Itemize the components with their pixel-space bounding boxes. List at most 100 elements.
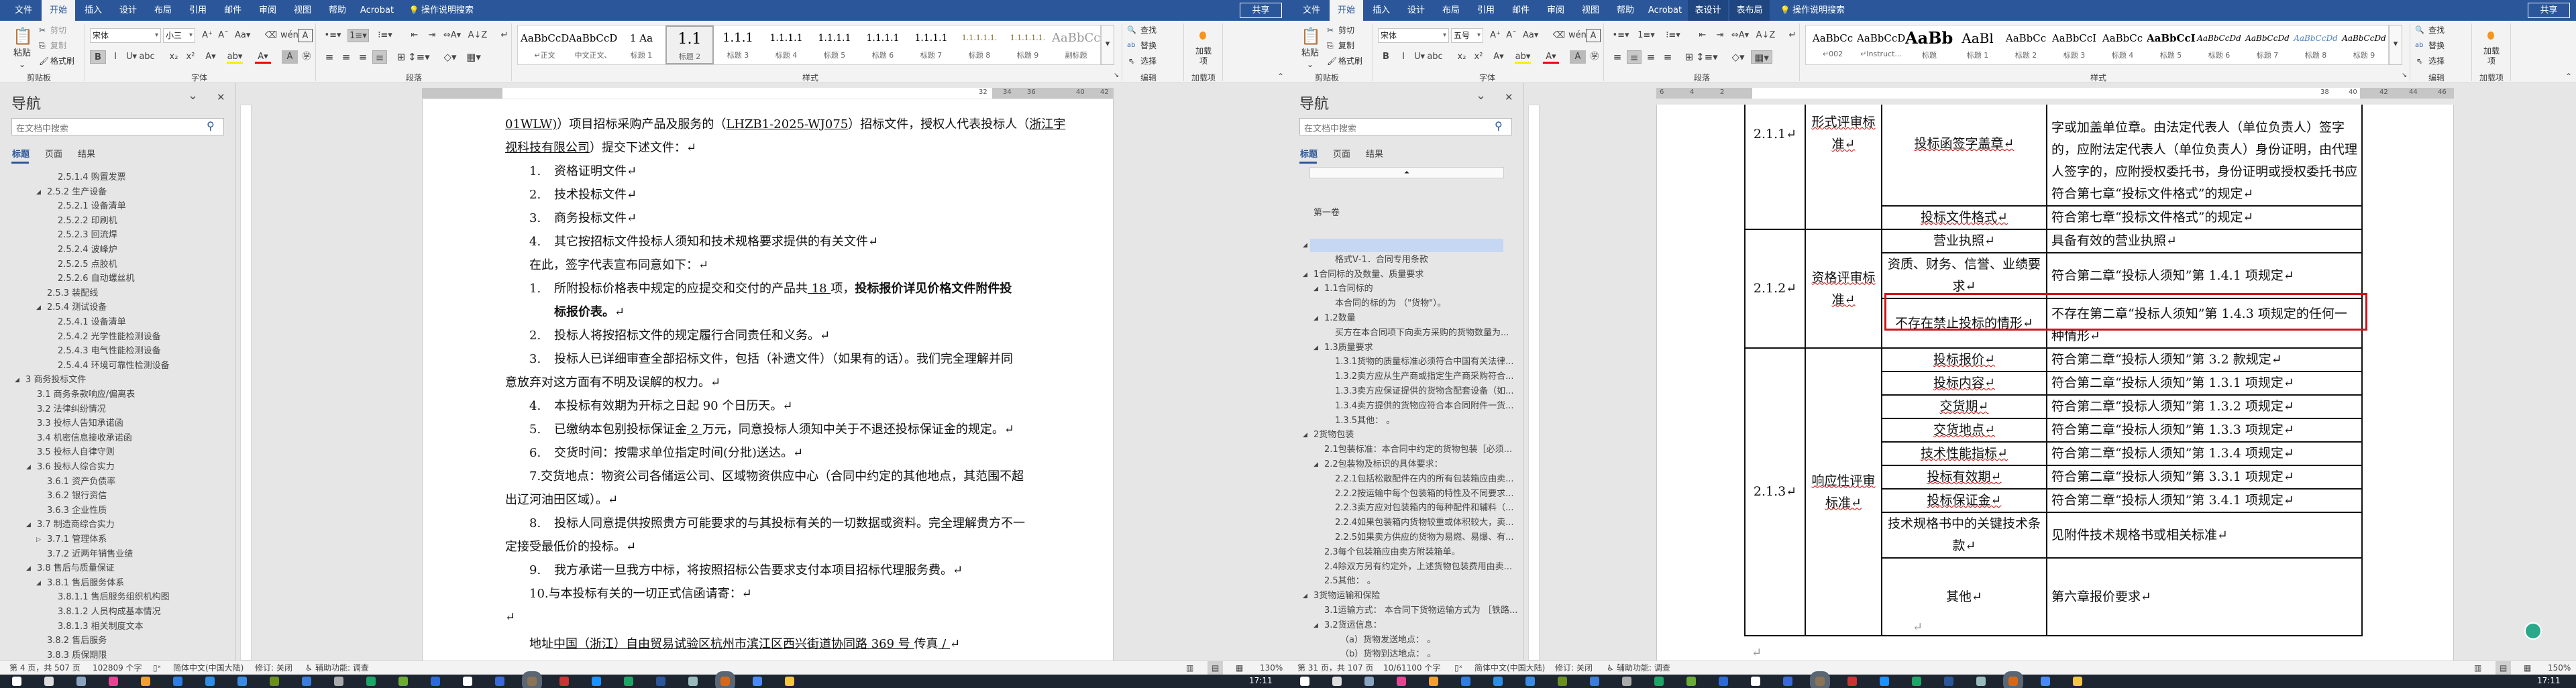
shrink-font-icon[interactable]: Aˉ: [216, 29, 231, 42]
vertical-scrollbar[interactable]: [2563, 101, 2573, 661]
numbering-icon[interactable]: 1≡▾: [1635, 29, 1657, 42]
nav-heading-item[interactable]: 1.3.1货物的质量标准必须符合中国有关法律...: [1335, 356, 1513, 368]
font-color-icon[interactable]: A▾: [1543, 50, 1559, 64]
nav-heading-item[interactable]: 2.4除双方另有约定外，上述货物包装费用由卖...: [1324, 561, 1512, 573]
font-name-combo[interactable]: 宋体: [1378, 28, 1449, 43]
taskbar-app-icon[interactable]: [1810, 671, 1830, 688]
taskbar-app-icon[interactable]: [1783, 677, 1792, 686]
print-layout-icon[interactable]: ▤: [1208, 661, 1224, 675]
taskbar-app-icon[interactable]: [205, 677, 215, 686]
nav-heading-item[interactable]: 3.3 投标人告知承诺函: [37, 418, 123, 430]
horizontal-ruler[interactable]: 32 34 36 40 42: [422, 88, 1114, 99]
select-button[interactable]: 选择: [2428, 55, 2445, 67]
taskbar-app-icon[interactable]: [495, 677, 504, 686]
nav-options-chevron-icon[interactable]: ⌄: [1476, 89, 1486, 103]
nav-heading-item[interactable]: 3.4 机密信息接收承诺函: [37, 433, 132, 445]
style-item[interactable]: AaBbC 标题: [1905, 25, 1953, 64]
nav-tab-2[interactable]: 结果: [78, 147, 95, 160]
copy-icon[interactable]: ⎘: [1327, 40, 1334, 52]
highlight-icon[interactable]: ab▾: [1515, 50, 1531, 64]
style-item[interactable]: AaBbCc 标题 4: [2098, 25, 2147, 64]
bold-icon[interactable]: B: [90, 50, 106, 64]
ribbon-tab-2[interactable]: 插入: [1364, 0, 1398, 21]
accessibility-icon[interactable]: ♿: [1607, 661, 1614, 675]
show-marks-icon[interactable]: ↵: [1782, 29, 1803, 42]
ribbon-tab-4[interactable]: 布局: [146, 0, 180, 21]
nav-heading-item[interactable]: 3.2 法律纠纷情况: [37, 404, 106, 416]
taskbar-app-icon[interactable]: [141, 677, 150, 686]
nav-heading-item[interactable]: 2.5.2.2 印刷机: [58, 215, 117, 227]
ribbon-tab-8[interactable]: 视图: [1574, 0, 1607, 21]
taskbar-app-icon[interactable]: [656, 677, 665, 686]
taskbar-app-icon[interactable]: [237, 677, 247, 686]
styles-more-button[interactable]: ▾: [1101, 25, 1114, 65]
nav-heading-item[interactable]: 2货物包装: [1313, 429, 1354, 441]
nav-heading-item[interactable]: 2.5.1.4 购置发票: [58, 172, 126, 184]
underline-icon[interactable]: U▾: [123, 50, 140, 64]
track-changes-indicator[interactable]: 修订: 关闭: [1555, 661, 1593, 675]
nav-heading-item[interactable]: 3.1运输方式： 本合同下货物运输方式为 ［铁路...: [1324, 605, 1517, 617]
change-case-icon[interactable]: Aa▾: [1523, 29, 1538, 42]
justify-icon[interactable]: ≡: [372, 50, 387, 64]
taskbar-app-icon[interactable]: [1461, 677, 1470, 686]
nav-close-icon[interactable]: ✕: [1505, 91, 1513, 103]
text-direction-icon[interactable]: ⇔A▾: [441, 29, 463, 42]
nav-heading-item[interactable]: 3.8.2 售后服务: [47, 635, 107, 647]
style-item[interactable]: AaBbCcDd 标题 9: [2340, 25, 2388, 64]
borders-icon[interactable]: ▦▾: [463, 50, 484, 64]
document-page[interactable]: 2.1.1↵ 形式评审标准↵ 投标函签字盖章↵ 字或加盖单位章。由法定代表人（单位负责…: [1656, 105, 2454, 661]
ribbon-tab-1[interactable]: 开始: [1330, 0, 1363, 21]
find-icon[interactable]: 🔍: [1127, 24, 1136, 36]
search-icon[interactable]: ⚲: [207, 119, 215, 132]
dialog-launcher-icon[interactable]: ↘: [1114, 72, 1119, 79]
proofing-icon[interactable]: ▯ˣ: [153, 661, 161, 675]
style-item[interactable]: 1.1.1 标题 3: [714, 25, 762, 64]
zoom-level[interactable]: 150%: [2548, 661, 2571, 675]
enclose-char-icon[interactable]: ㊫: [299, 50, 315, 64]
nav-heading-item[interactable]: 3.7.2 近两年销售业绩: [47, 549, 133, 561]
document-page[interactable]: 01WLW)）项目招标采购产品及服务的（LHZB1-2025-WJ075）招标文…: [422, 99, 1114, 661]
taskbar-app-icon[interactable]: [1622, 677, 1631, 686]
nav-heading-item[interactable]: 2.2.3卖方应对包装箱内的每种配件和辅料（...: [1335, 502, 1513, 514]
nav-tab-2[interactable]: 结果: [1366, 147, 1383, 160]
web-layout-icon[interactable]: ▦: [1236, 661, 1243, 675]
nav-heading-item[interactable]: 3.1 商务条款响应/偏离表: [37, 389, 135, 401]
grow-font-icon[interactable]: A⁺: [200, 29, 215, 42]
proofing-icon[interactable]: ▯ˣ: [1454, 661, 1462, 675]
ribbon-tab-7[interactable]: 审阅: [1539, 0, 1572, 21]
multilevel-list-icon[interactable]: ⁝≡▾: [1662, 29, 1684, 42]
accessibility-icon[interactable]: ♿: [305, 661, 313, 675]
nav-close-icon[interactable]: ✕: [217, 91, 225, 103]
enclose-char-icon[interactable]: ㊫: [1587, 50, 1603, 64]
nav-heading-item[interactable]: 2.5.4.2 光学性能检测设备: [58, 331, 161, 343]
style-item[interactable]: AaBbCcD 标题 5: [2147, 25, 2195, 64]
nav-options-chevron-icon[interactable]: ⌄: [188, 89, 198, 103]
style-item[interactable]: AaBbCc ↵002: [1809, 25, 1857, 64]
nav-heading-item[interactable]: 2.5.4.1 设备清单: [58, 317, 126, 329]
subscript-icon[interactable]: x₂: [166, 50, 182, 64]
taskbar-app-icon[interactable]: [559, 677, 569, 686]
nav-heading-item[interactable]: 2.5.4 测试设备: [47, 302, 107, 314]
align-left-icon[interactable]: ≡: [322, 50, 337, 64]
ribbon-tab-10[interactable]: Acrobat: [356, 0, 398, 21]
taskbar-app-icon[interactable]: [1944, 677, 1953, 686]
accessibility-status[interactable]: 辅助功能: 调查: [315, 661, 369, 675]
shading-icon[interactable]: ◇▾: [1727, 50, 1749, 64]
font-color-icon[interactable]: A▾: [255, 50, 271, 64]
replace-icon[interactable]: ab: [2415, 40, 2423, 52]
nav-heading-item[interactable]: 3.7 制造商综合实力: [37, 519, 115, 531]
ribbon-tab-10[interactable]: Acrobat: [1644, 0, 1686, 21]
nav-heading-item[interactable]: 1合同标的及数量、质量要求: [1313, 269, 1424, 281]
text-effects-icon[interactable]: A▾: [1491, 50, 1507, 64]
nav-heading-item[interactable]: 1.3.5其他： 。: [1335, 415, 1395, 427]
share-button[interactable]: 共享: [2528, 3, 2570, 18]
taskbar-app-icon[interactable]: [785, 677, 794, 686]
taskbar-app-icon[interactable]: [624, 677, 633, 686]
search-icon[interactable]: ⚲: [1495, 119, 1503, 132]
underline-icon[interactable]: U▾: [1411, 50, 1428, 64]
language-indicator[interactable]: 简体中文(中国大陆): [173, 661, 244, 675]
taskbar-app-icon[interactable]: [522, 671, 542, 688]
line-spacing-icon[interactable]: ↕≡▾: [1696, 50, 1718, 64]
char-shading-icon[interactable]: A: [282, 50, 298, 64]
taskbar-app-icon[interactable]: [688, 677, 698, 686]
